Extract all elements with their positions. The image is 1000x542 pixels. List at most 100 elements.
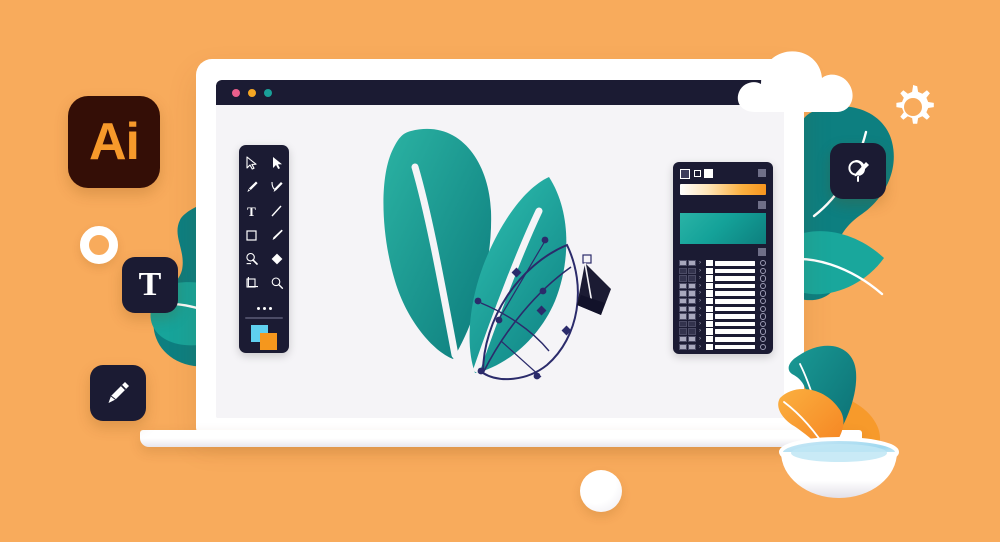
chevron-right-icon[interactable]: › bbox=[699, 306, 701, 312]
layer-row[interactable]: › bbox=[679, 275, 769, 283]
artboard-tool-icon[interactable] bbox=[239, 271, 264, 295]
type-tool-badge[interactable]: T bbox=[122, 257, 178, 313]
layer-visibility-lock-toggle[interactable] bbox=[679, 275, 696, 282]
layer-visibility-lock-toggle[interactable] bbox=[679, 343, 696, 350]
eye-icon[interactable] bbox=[679, 343, 687, 350]
chevron-right-icon[interactable]: › bbox=[699, 290, 701, 296]
chevron-right-icon[interactable]: › bbox=[699, 344, 701, 350]
chevron-right-icon[interactable]: › bbox=[699, 275, 701, 281]
more-tools-button[interactable] bbox=[239, 301, 289, 315]
chevron-right-icon[interactable]: › bbox=[699, 313, 701, 319]
layer-row[interactable]: › bbox=[679, 320, 769, 329]
layer-row[interactable]: › bbox=[679, 335, 769, 344]
window-minimize-button[interactable] bbox=[248, 89, 256, 97]
panel-mode-button-white[interactable] bbox=[704, 169, 713, 178]
lock-icon[interactable] bbox=[688, 328, 696, 335]
eye-icon[interactable] bbox=[679, 320, 687, 328]
layer-visibility-lock-toggle[interactable] bbox=[679, 267, 696, 274]
layer-target-circle[interactable] bbox=[760, 297, 767, 305]
layer-visibility-lock-toggle[interactable] bbox=[679, 297, 696, 305]
layer-target-circle[interactable] bbox=[760, 290, 767, 297]
eye-icon[interactable] bbox=[679, 290, 687, 297]
lock-icon[interactable] bbox=[688, 335, 696, 343]
chevron-right-icon[interactable]: › bbox=[699, 336, 701, 342]
eye-icon[interactable] bbox=[679, 267, 687, 274]
paintbrush-tool-icon[interactable] bbox=[264, 223, 289, 247]
layer-row[interactable]: › bbox=[679, 328, 769, 336]
rectangle-tool-icon[interactable] bbox=[239, 223, 264, 247]
layer-visibility-lock-toggle[interactable] bbox=[679, 320, 696, 328]
lock-icon[interactable] bbox=[688, 305, 696, 312]
eye-icon[interactable] bbox=[679, 313, 687, 320]
tools-panel[interactable]: T bbox=[239, 145, 289, 353]
layers-list[interactable]: › › › › › › › › › › › › bbox=[679, 260, 769, 351]
layer-target-circle[interactable] bbox=[760, 335, 767, 343]
chevron-right-icon[interactable]: › bbox=[699, 260, 701, 266]
panel-mode-button-alt[interactable] bbox=[694, 170, 701, 177]
shape-pencil-badge[interactable] bbox=[830, 143, 886, 199]
stroke-swatch[interactable] bbox=[260, 333, 277, 350]
chevron-right-icon[interactable]: › bbox=[699, 321, 701, 327]
layer-target-circle[interactable] bbox=[760, 267, 767, 274]
layer-visibility-lock-toggle[interactable] bbox=[679, 260, 696, 267]
layer-target-circle[interactable] bbox=[760, 313, 767, 320]
layer-row[interactable]: › bbox=[679, 282, 769, 291]
chevron-right-icon[interactable]: › bbox=[699, 298, 701, 304]
lock-icon[interactable] bbox=[688, 297, 696, 305]
panel-mode-button[interactable] bbox=[680, 169, 690, 179]
layer-visibility-lock-toggle[interactable] bbox=[679, 290, 696, 297]
layer-visibility-lock-toggle[interactable] bbox=[679, 282, 696, 290]
window-close-button[interactable] bbox=[232, 89, 240, 97]
lock-icon[interactable] bbox=[688, 260, 696, 267]
selection-arrow-icon[interactable] bbox=[239, 151, 264, 175]
eraser-tool-icon[interactable] bbox=[264, 247, 289, 271]
layer-target-circle[interactable] bbox=[760, 328, 767, 335]
layer-visibility-lock-toggle[interactable] bbox=[679, 335, 696, 343]
layer-row[interactable]: › bbox=[679, 290, 769, 298]
pen-tool-icon[interactable] bbox=[239, 175, 264, 199]
layer-target-circle[interactable] bbox=[760, 282, 767, 290]
lock-icon[interactable] bbox=[688, 267, 696, 274]
layer-row[interactable]: › bbox=[679, 313, 769, 321]
color-preview-block[interactable] bbox=[680, 213, 766, 244]
lock-icon[interactable] bbox=[688, 320, 696, 328]
layer-target-circle[interactable] bbox=[760, 260, 767, 267]
lock-icon[interactable] bbox=[688, 290, 696, 297]
window-maximize-button[interactable] bbox=[264, 89, 272, 97]
lock-icon[interactable] bbox=[688, 313, 696, 320]
layer-row[interactable]: › bbox=[679, 267, 769, 276]
layer-visibility-lock-toggle[interactable] bbox=[679, 328, 696, 335]
add-anchor-point-icon[interactable] bbox=[264, 175, 289, 199]
eye-icon[interactable] bbox=[679, 328, 687, 335]
chevron-right-icon[interactable]: › bbox=[699, 328, 701, 334]
layer-row[interactable]: › bbox=[679, 260, 769, 268]
layer-row[interactable]: › bbox=[679, 305, 769, 314]
eye-icon[interactable] bbox=[679, 335, 687, 343]
panel-menu-button[interactable] bbox=[758, 248, 766, 256]
layer-target-circle[interactable] bbox=[760, 275, 767, 282]
layer-visibility-lock-toggle[interactable] bbox=[679, 305, 696, 312]
eye-icon[interactable] bbox=[679, 297, 687, 305]
eye-icon[interactable] bbox=[679, 275, 687, 282]
lock-icon[interactable] bbox=[688, 343, 696, 350]
direct-selection-arrow-icon[interactable] bbox=[264, 151, 289, 175]
type-tool-icon[interactable]: T bbox=[239, 199, 264, 223]
chevron-right-icon[interactable]: › bbox=[699, 268, 701, 274]
eye-icon[interactable] bbox=[679, 260, 687, 267]
lock-icon[interactable] bbox=[688, 282, 696, 290]
artboard-canvas[interactable]: T › › › › › › › › › › › › bbox=[216, 105, 784, 418]
eye-icon[interactable] bbox=[679, 305, 687, 312]
chevron-right-icon[interactable]: › bbox=[699, 283, 701, 289]
line-segment-icon[interactable] bbox=[264, 199, 289, 223]
gradient-slider[interactable] bbox=[680, 184, 766, 195]
panel-menu-button[interactable] bbox=[758, 201, 766, 209]
layer-target-circle[interactable] bbox=[760, 305, 767, 312]
lock-icon[interactable] bbox=[688, 275, 696, 282]
adobe-illustrator-icon[interactable]: Ai bbox=[68, 96, 160, 188]
zoom-tool-icon[interactable] bbox=[264, 271, 289, 295]
pen-tool-badge[interactable] bbox=[90, 365, 146, 421]
layer-row[interactable]: › bbox=[679, 343, 769, 352]
layers-panel[interactable]: › › › › › › › › › › › › bbox=[673, 162, 773, 354]
eye-icon[interactable] bbox=[679, 282, 687, 290]
fill-stroke-swatches[interactable] bbox=[251, 325, 281, 350]
